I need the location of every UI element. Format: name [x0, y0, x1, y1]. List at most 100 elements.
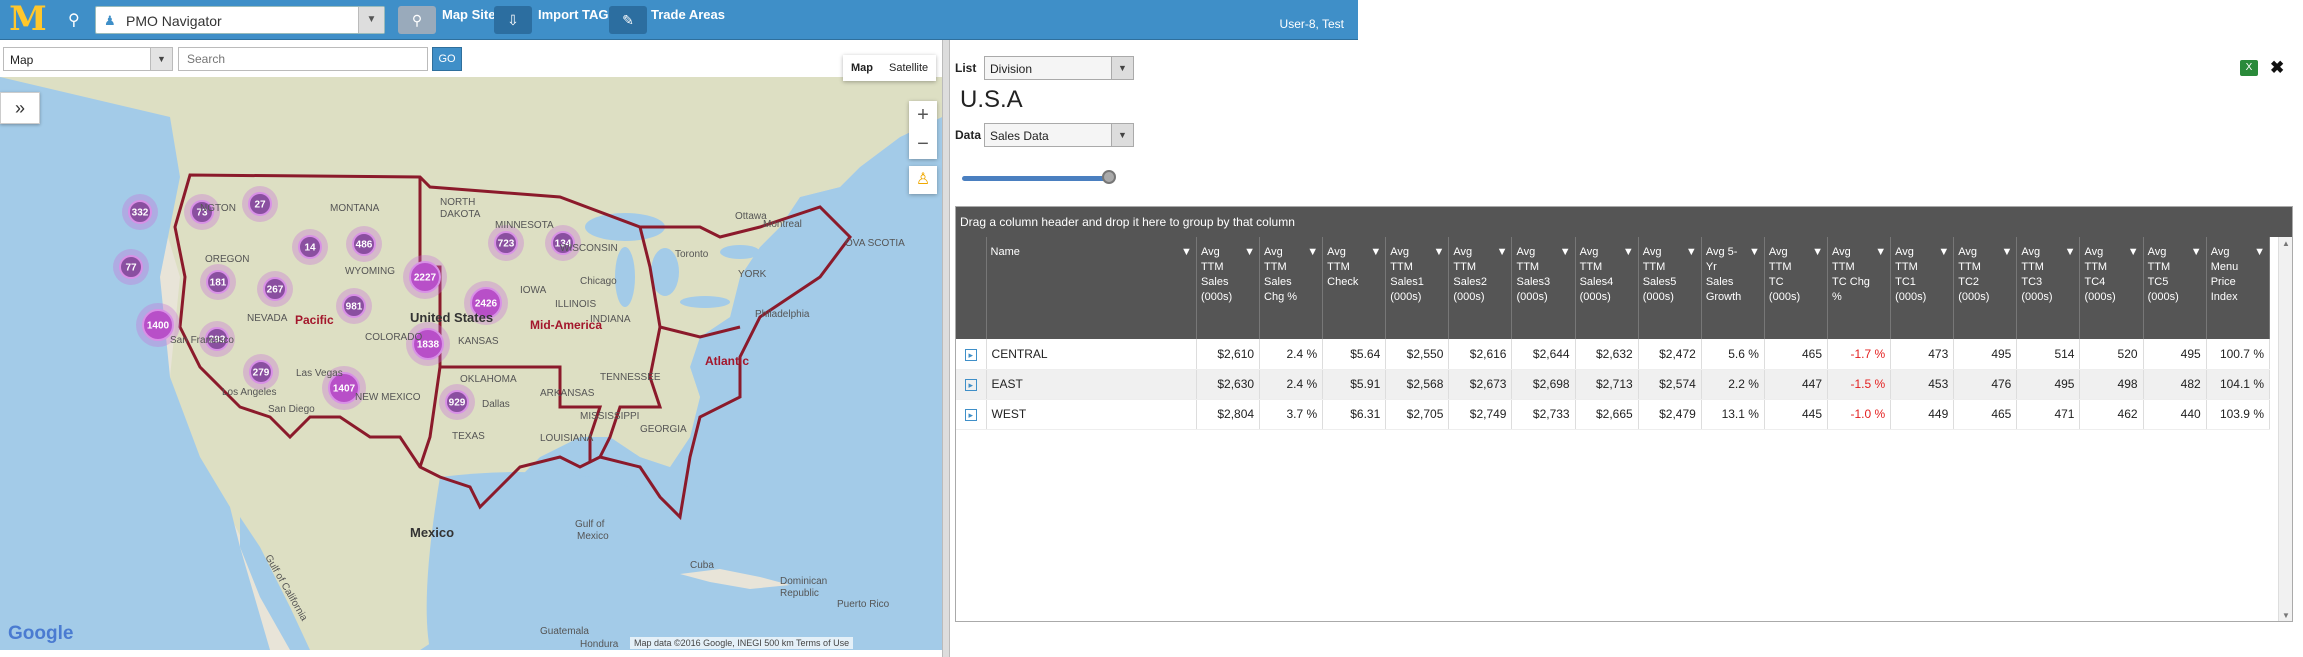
- column-header[interactable]: Avg TTM Check ▼: [1322, 237, 1387, 339]
- column-header[interactable]: Avg Menu Price Index ▼: [2206, 237, 2271, 339]
- map-attribution[interactable]: Map data ©2016 Google, INEGI 500 km Term…: [630, 637, 854, 649]
- trade-areas-button[interactable]: ✎: [609, 6, 647, 34]
- expand-row-icon[interactable]: ▸: [964, 409, 977, 421]
- panel-splitter[interactable]: [942, 40, 950, 657]
- filter-icon[interactable]: ▼: [1307, 245, 1318, 260]
- column-header[interactable]: Avg TTM Sales4 (000s) ▼: [1575, 237, 1639, 339]
- cluster-count[interactable]: 1400: [147, 321, 170, 332]
- filter-icon[interactable]: ▼: [1370, 245, 1381, 260]
- expand-panel-button[interactable]: »: [0, 92, 40, 124]
- filter-icon[interactable]: ▼: [1749, 245, 1760, 260]
- cluster-count[interactable]: 332: [132, 208, 149, 219]
- cluster-count[interactable]: 929: [449, 398, 466, 409]
- column-header[interactable]: Avg TTM TC3 (000s) ▼: [2016, 237, 2081, 339]
- filter-icon[interactable]: ▼: [2001, 245, 2012, 260]
- filter-icon[interactable]: ▼: [2191, 245, 2202, 260]
- map-site-label[interactable]: Map Site: [442, 7, 495, 22]
- column-header[interactable]: Avg TTM TC5 (000s) ▼: [2143, 237, 2207, 339]
- cluster-count[interactable]: 486: [356, 240, 373, 251]
- table-row[interactable]: ▸ EAST $2,630 2.4 % $5.91 $2,568 $2,673 $2,698 $…: [956, 369, 2271, 400]
- cluster-count[interactable]: 279: [253, 368, 270, 379]
- data-select[interactable]: Sales Data ▼: [984, 123, 1134, 147]
- column-header[interactable]: Avg TTM TC2 (000s) ▼: [1953, 237, 2018, 339]
- column-header[interactable]: Avg TTM Sales Chg % ▼: [1259, 237, 1324, 339]
- filter-icon[interactable]: ▼: [2254, 245, 2265, 260]
- column-header[interactable]: Avg TTM TC Chg % ▼: [1827, 237, 1892, 339]
- satellite-view-button[interactable]: Satellite: [881, 55, 936, 81]
- column-header[interactable]: Avg TTM Sales3 (000s) ▼: [1511, 237, 1576, 339]
- zoom-out-button[interactable]: −: [909, 130, 937, 159]
- cluster-count[interactable]: 723: [498, 239, 515, 250]
- group-by-drop-zone[interactable]: Drag a column header and drop it here to…: [956, 207, 2292, 237]
- column-header[interactable]: Avg TTM TC4 (000s) ▼: [2079, 237, 2144, 339]
- cluster-count[interactable]: 181: [210, 278, 227, 289]
- cluster-count[interactable]: 981: [346, 302, 363, 313]
- chevron-down-icon[interactable]: ▼: [150, 48, 172, 70]
- mcdonalds-logo-icon[interactable]: M: [8, 2, 48, 36]
- list-select[interactable]: Division ▼: [984, 56, 1134, 80]
- row-expand-cell[interactable]: ▸: [956, 369, 987, 400]
- cluster-count[interactable]: 2227: [414, 273, 437, 284]
- google-logo[interactable]: Google: [8, 623, 73, 645]
- column-header[interactable]: Avg TTM Sales (000s) ▼: [1196, 237, 1261, 339]
- filter-icon[interactable]: ▼: [1938, 245, 1949, 260]
- import-tag-button[interactable]: ⇩: [494, 6, 532, 34]
- opacity-slider-handle[interactable]: [1102, 170, 1116, 184]
- filter-icon[interactable]: ▼: [1497, 245, 1508, 260]
- column-header[interactable]: Name ▼: [986, 237, 1197, 339]
- cluster-count[interactable]: 14: [304, 243, 316, 254]
- scroll-up-icon[interactable]: ▲: [2279, 237, 2292, 251]
- map-site-button[interactable]: ⚲: [398, 6, 436, 34]
- filter-icon[interactable]: ▼: [2065, 245, 2076, 260]
- user-name[interactable]: User-8, Test: [1280, 17, 1344, 31]
- close-icon[interactable]: ✖: [2270, 58, 2284, 78]
- expand-row-icon[interactable]: ▸: [964, 379, 977, 391]
- filter-icon[interactable]: ▼: [1244, 245, 1255, 260]
- table-row[interactable]: ▸ CENTRAL $2,610 2.4 % $5.64 $2,550 $2,616 $2,6…: [956, 339, 2271, 370]
- zoom-in-button[interactable]: +: [909, 101, 937, 130]
- filter-icon[interactable]: ▼: [1433, 245, 1444, 260]
- map-type-toggle[interactable]: Map Satellite: [843, 55, 937, 81]
- filter-icon[interactable]: ▼: [1623, 245, 1634, 260]
- column-header[interactable]: Avg TTM TC1 (000s) ▼: [1890, 237, 1955, 339]
- map-search-input[interactable]: [178, 47, 428, 71]
- street-view-pegman-icon[interactable]: ♙: [909, 166, 937, 194]
- filter-icon[interactable]: ▼: [1686, 245, 1697, 260]
- column-header[interactable]: Avg TTM TC (000s) ▼: [1764, 237, 1829, 339]
- vertical-scrollbar[interactable]: ▲ ▼: [2278, 237, 2292, 621]
- table-row[interactable]: ▸ WEST $2,804 3.7 % $6.31 $2,705 $2,749 $2,733 $…: [956, 399, 2271, 430]
- trade-areas-label[interactable]: Trade Areas: [651, 7, 725, 22]
- cluster-count[interactable]: 27: [254, 200, 266, 211]
- cluster-count[interactable]: 77: [125, 263, 137, 274]
- chevron-down-icon[interactable]: ▼: [1111, 124, 1133, 146]
- filter-icon[interactable]: ▼: [1875, 245, 1886, 260]
- chevron-down-icon[interactable]: ▼: [358, 7, 384, 33]
- table-cell: $2,550: [1385, 339, 1450, 370]
- filter-icon[interactable]: ▼: [1812, 245, 1823, 260]
- opacity-slider-track[interactable]: [962, 176, 1112, 181]
- expand-row-icon[interactable]: ▸: [964, 348, 977, 361]
- filter-icon[interactable]: ▼: [1560, 245, 1571, 260]
- cluster-count[interactable]: 2426: [475, 299, 498, 310]
- filter-icon[interactable]: ▼: [1181, 245, 1192, 260]
- chevron-down-icon[interactable]: ▼: [1111, 57, 1133, 79]
- cluster-count[interactable]: 1407: [333, 384, 356, 395]
- scroll-down-icon[interactable]: ▼: [2279, 609, 2292, 621]
- cluster-count[interactable]: 267: [267, 285, 284, 296]
- filter-icon[interactable]: ▼: [2128, 245, 2139, 260]
- go-button[interactable]: GO: [432, 47, 462, 71]
- double-chevron-right-icon: »: [14, 98, 25, 118]
- column-header[interactable]: Avg TTM Sales2 (000s) ▼: [1448, 237, 1513, 339]
- column-header[interactable]: Avg TTM Sales5 (000s) ▼: [1638, 237, 1702, 339]
- column-header[interactable]: Avg 5-Yr Sales Growth ▼: [1701, 237, 1765, 339]
- excel-export-icon[interactable]: X: [2240, 60, 2258, 76]
- row-expand-cell[interactable]: ▸: [956, 339, 987, 370]
- navigator-select[interactable]: ♟ PMO Navigator ▼: [95, 6, 385, 34]
- import-tag-label[interactable]: Import TAG: [538, 7, 609, 22]
- map-canvas[interactable]: 332 73 27 77 14 486 723 134 181 267 2227 981 2426 140…: [0, 77, 942, 650]
- row-expand-cell[interactable]: ▸: [956, 399, 987, 430]
- map-view-button[interactable]: Map: [843, 55, 881, 81]
- search-icon[interactable]: ⚲: [68, 10, 80, 30]
- column-header[interactable]: Avg TTM Sales1 (000s) ▼: [1385, 237, 1450, 339]
- map-type-select[interactable]: Map ▼: [3, 47, 173, 71]
